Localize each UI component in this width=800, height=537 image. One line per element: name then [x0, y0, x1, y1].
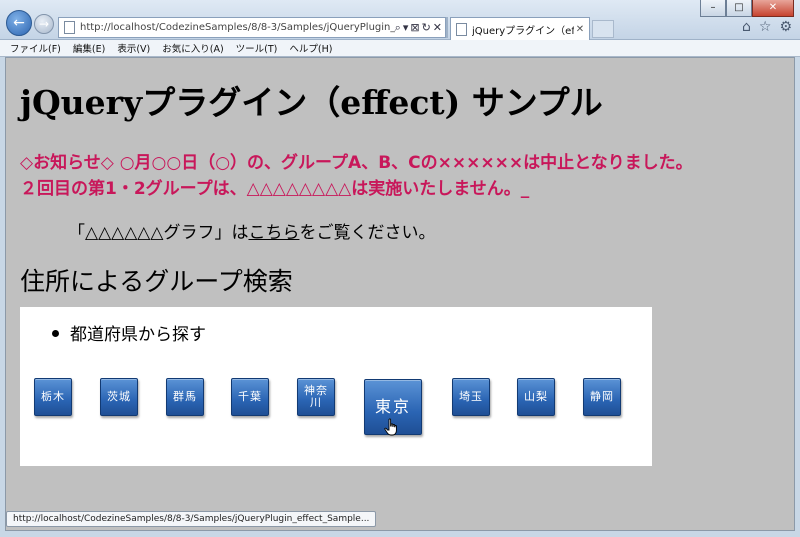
menu-tools[interactable]: ツール(T) [236, 41, 278, 55]
gear-icon[interactable]: ⚙ [779, 19, 792, 35]
address-tools: ⌕ ▾ ⊠ ↻ ✕ [395, 21, 445, 35]
kanagawa-label-line2: 川 [310, 396, 322, 409]
tab-title: jQueryプラグイン（effec... [472, 25, 574, 37]
hand-cursor-icon [384, 418, 397, 436]
tab-separator [446, 17, 448, 38]
list-item-label: 都道府県から探す [70, 325, 206, 345]
arrow-left-icon: ← [13, 15, 25, 31]
address-bar[interactable]: http://localhost/CodezineSamples/8/8-3/S… [58, 17, 446, 38]
minimize-button[interactable]: – [700, 0, 726, 17]
forward-button[interactable]: → [34, 14, 54, 34]
page-viewport: jQueryプラグイン（effect) サンプル ◇お知らせ◇ ○月○○日（○）… [5, 57, 795, 531]
search-icon[interactable]: ⌕ [395, 21, 401, 35]
menu-help[interactable]: ヘルプ(H) [289, 41, 332, 55]
arrow-right-icon: → [38, 17, 50, 31]
refresh-icon[interactable]: ↻ [422, 21, 431, 35]
bullet-icon [52, 329, 59, 337]
menu-edit[interactable]: 編集(E) [73, 41, 105, 55]
tab-active[interactable]: jQueryプラグイン（effec... ✕ [450, 17, 590, 40]
menu-file[interactable]: ファイル(F) [10, 41, 61, 55]
menu-view[interactable]: 表示(V) [117, 41, 150, 55]
home-icon[interactable]: ⌂ [742, 19, 751, 35]
kanagawa-label: 神奈 川 [304, 385, 328, 409]
graph-link[interactable]: こちら [248, 223, 299, 243]
pref-button-shizuoka[interactable]: 静岡 [583, 378, 621, 416]
notice-text: ◇お知らせ◇ ○月○○日（○）の、グループA、B、Cの××××××は中止となりま… [20, 150, 790, 202]
address-text[interactable]: http://localhost/CodezineSamples/8/8-3/S… [80, 22, 395, 33]
maximize-button[interactable]: □ [726, 0, 752, 17]
pref-button-gunma[interactable]: 群馬 [166, 378, 204, 416]
status-bar: http://localhost/CodezineSamples/8/8-3/S… [6, 511, 377, 527]
back-button[interactable]: ← [6, 10, 32, 36]
compat-icon[interactable]: ⊠ [410, 21, 419, 35]
tab-close-icon[interactable]: ✕ [574, 24, 586, 35]
pref-button-chiba[interactable]: 千葉 [231, 378, 269, 416]
favorites-star-icon[interactable]: ☆ [759, 19, 772, 35]
pref-button-yamanashi[interactable]: 山梨 [517, 378, 555, 416]
pref-button-tochigi[interactable]: 栃木 [34, 378, 72, 416]
pref-button-kanagawa[interactable]: 神奈 川 [297, 378, 335, 416]
dropdown-icon[interactable]: ▾ [403, 21, 409, 35]
list-item: 都道府県から探す [52, 320, 206, 345]
menu-bar: ファイル(F) 編集(E) 表示(V) お気に入り(A) ツール(T) ヘルプ(… [0, 40, 800, 57]
section-title: 住所によるグループ検索 [20, 267, 293, 296]
graph-prefix: 「△△△△△△グラフ」は [68, 223, 249, 243]
notice-line-2: ２回目の第1・2グループは、△△△△△△△△は実施いたしません。_ [20, 179, 530, 199]
new-tab-button[interactable] [592, 20, 614, 38]
tab-page-icon [453, 21, 469, 37]
close-button[interactable]: ✕ [752, 0, 794, 17]
page-icon [61, 20, 77, 36]
search-panel: 都道府県から探す 栃木 茨城 群馬 千葉 神奈 川 東京 埼玉 山梨 静岡 [20, 307, 652, 466]
graph-suffix: をご覧ください。 [299, 223, 436, 243]
stop-icon[interactable]: ✕ [433, 21, 442, 35]
pref-button-saitama[interactable]: 埼玉 [452, 378, 490, 416]
window-controls: – □ ✕ [700, 0, 794, 17]
notice-line-1: ◇お知らせ◇ ○月○○日（○）の、グループA、B、Cの××××××は中止となりま… [20, 153, 693, 173]
toolbar-right: ⌂ ☆ ⚙ [742, 19, 792, 35]
title-bar: – □ ✕ ← → http://localhost/CodezineSampl… [0, 0, 800, 40]
menu-favorites[interactable]: お気に入り(A) [162, 41, 223, 55]
page-title: jQueryプラグイン（effect) サンプル [20, 83, 603, 122]
graph-paragraph: 「△△△△△△グラフ」はこちらをご覧ください。 [68, 218, 435, 243]
pref-button-ibaraki[interactable]: 茨城 [100, 378, 138, 416]
